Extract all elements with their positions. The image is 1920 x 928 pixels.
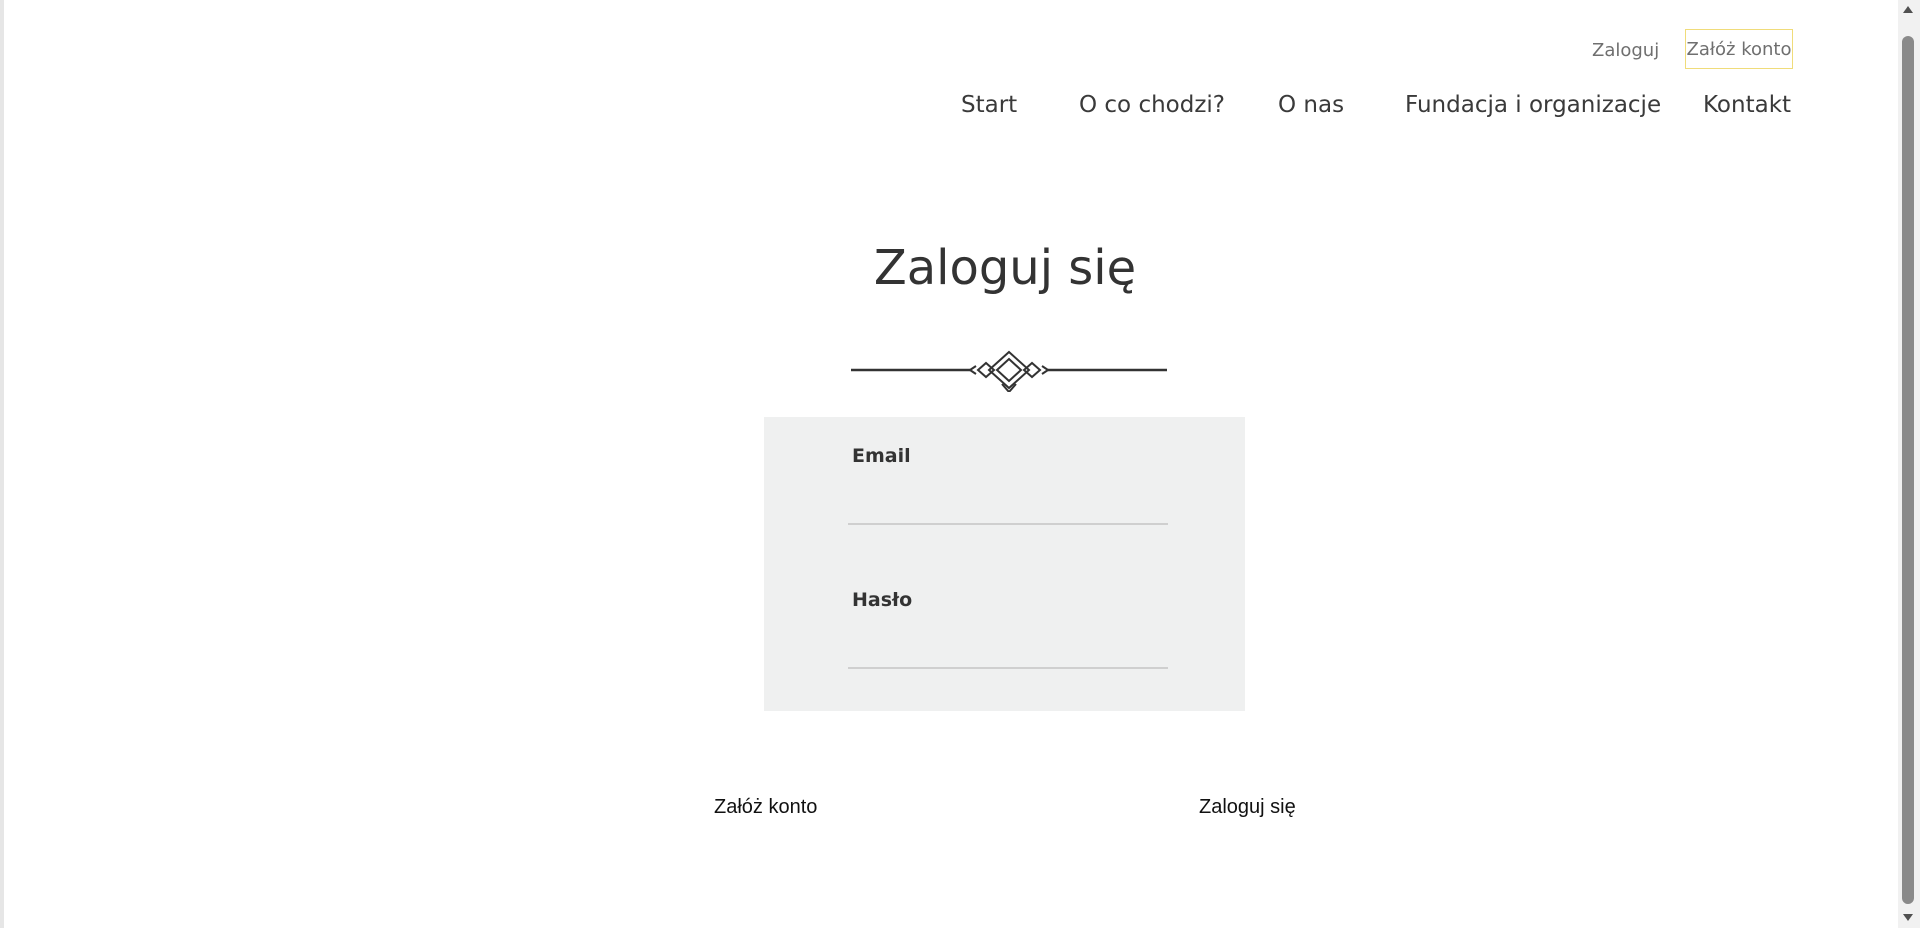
page-title: Zaloguj się [873,240,1137,296]
scrollbar[interactable] [1898,0,1920,928]
scroll-thumb[interactable] [1902,36,1914,904]
divider-ornament-icon [851,350,1167,392]
login-form: Email Hasło [764,417,1245,711]
email-label: Email [852,445,911,467]
nav-item-o-nas[interactable]: O nas [1278,92,1344,118]
nav-item-o-co-chodzi[interactable]: O co chodzi? [1079,92,1225,118]
nav-item-kontakt[interactable]: Kontakt [1703,92,1791,118]
page: Zaloguj Załóż konto Start O co chodzi? O… [0,0,1920,928]
scroll-up-arrow-icon[interactable] [1903,6,1913,13]
nav-item-start[interactable]: Start [961,92,1017,118]
nav-item-fundacja[interactable]: Fundacja i organizacje [1405,92,1661,118]
header-register-button[interactable]: Załóż konto [1685,29,1793,69]
left-edge [0,0,4,928]
main-nav: Start O co chodzi? O nas Fundacja i orga… [0,92,1920,122]
email-field[interactable] [848,489,1168,525]
password-label: Hasło [852,589,913,611]
scroll-down-arrow-icon[interactable] [1903,914,1913,921]
login-button[interactable]: Zaloguj się [1199,796,1296,819]
register-button[interactable]: Załóż konto [714,796,817,819]
password-field[interactable] [848,633,1168,669]
header-login-link[interactable]: Zaloguj [1592,40,1659,61]
